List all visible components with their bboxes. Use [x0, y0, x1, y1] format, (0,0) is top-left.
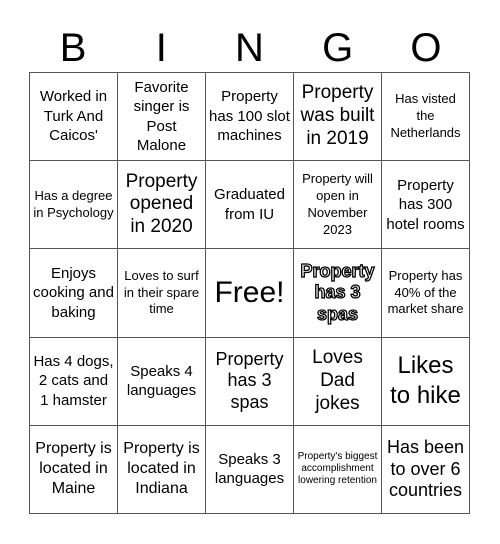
header-letter-o: O: [410, 26, 442, 70]
bingo-cell-b-2[interactable]: Has a degree in Psychology: [30, 161, 118, 250]
bingo-cell-b-3[interactable]: Enjoys cooking and baking: [30, 249, 118, 338]
cell-text: Speaks 3 languages: [214, 450, 285, 488]
bingo-header: B I N G O: [29, 24, 470, 72]
bingo-cell-i-5[interactable]: Property is located in Indiana: [118, 425, 206, 514]
header-letter-i: I: [155, 26, 167, 70]
bingo-cell-b-4[interactable]: Has 4 dogs, 2 cats and 1 hamster: [30, 337, 118, 426]
bingo-cell-o-1[interactable]: Has visted the Netherlands: [382, 73, 470, 162]
bingo-cell-o-5[interactable]: Has been to over 6 countries: [382, 425, 470, 514]
bingo-cell-g-1[interactable]: Property was built in 2019: [294, 73, 382, 162]
cell-text: Property has 300 hotel rooms: [386, 176, 465, 233]
bingo-cell-n-1[interactable]: Property has 100 slot machines: [206, 73, 294, 162]
cell-text: Likes to hike: [390, 352, 461, 410]
cell-text: Property opened in 2020: [125, 170, 198, 238]
cell-text: Has visted the Netherlands: [390, 91, 461, 141]
cell-text: Loves to surf in their spare time: [123, 267, 200, 317]
bingo-grid: Worked in Turk And Caicos' Favorite singe…: [29, 72, 470, 514]
bingo-cell-g-5[interactable]: Property's biggest accomplishment loweri…: [294, 425, 382, 514]
bingo-cell-i-3[interactable]: Loves to surf in their spare time: [118, 249, 206, 338]
cell-text: Graduated from IU: [214, 186, 285, 223]
bingo-cell-n-5[interactable]: Speaks 3 languages: [206, 425, 294, 514]
bingo-cell-b-5[interactable]: Property is located in Maine: [30, 425, 118, 514]
bingo-cell-o-2[interactable]: Property has 300 hotel rooms: [382, 161, 470, 250]
bingo-cell-g-4[interactable]: Loves Dad jokes: [294, 337, 382, 426]
header-letter-n: N: [235, 26, 264, 70]
bingo-cell-n-2[interactable]: Graduated from IU: [206, 161, 294, 250]
cell-text: Property will open in November 2023: [302, 171, 373, 237]
cell-text: Property is located in Indiana: [123, 440, 200, 498]
cell-text: Favorite singer is Post Malone: [133, 78, 190, 155]
bingo-cell-o-4[interactable]: Likes to hike: [382, 337, 470, 426]
cell-text: Property has 3 spas: [215, 348, 284, 412]
cell-text: Free!: [214, 275, 285, 309]
cell-text: Enjoys cooking and baking: [33, 264, 114, 321]
bingo-cell-i-2[interactable]: Property opened in 2020: [118, 161, 206, 250]
cell-text: Has a degree in Psychology: [33, 187, 114, 220]
cell-text: Property is located in Maine: [35, 440, 112, 498]
cell-text: Loves Dad jokes: [312, 347, 363, 414]
bingo-cell-g-3[interactable]: Property has 3 spas: [294, 249, 382, 338]
free-space-cell[interactable]: Free!: [206, 249, 294, 338]
bingo-cell-g-2[interactable]: Property will open in November 2023: [294, 161, 382, 250]
cell-text: Speaks 4 languages: [126, 362, 197, 400]
cell-text: Has been to over 6 countries: [386, 437, 465, 501]
bingo-cell-i-1[interactable]: Favorite singer is Post Malone: [118, 73, 206, 162]
header-letter-b: B: [59, 26, 87, 70]
header-letter-g: G: [322, 26, 354, 70]
cell-text: Property has 100 slot machines: [209, 88, 290, 145]
bingo-cell-b-1[interactable]: Worked in Turk And Caicos': [30, 73, 118, 162]
cell-text: Property has 3 spas: [300, 260, 375, 324]
cell-text: Property's biggest accomplishment loweri…: [297, 451, 378, 487]
cell-text: Has 4 dogs, 2 cats and 1 hamster: [33, 352, 114, 409]
bingo-cell-o-3[interactable]: Property has 40% of the market share: [382, 249, 470, 338]
cell-text: Property was built in 2019: [300, 82, 375, 149]
bingo-cell-n-4[interactable]: Property has 3 spas: [206, 337, 294, 426]
cell-text: Worked in Turk And Caicos': [39, 88, 108, 145]
cell-text: Property has 40% of the market share: [387, 267, 464, 317]
bingo-cell-i-4[interactable]: Speaks 4 languages: [118, 337, 206, 426]
